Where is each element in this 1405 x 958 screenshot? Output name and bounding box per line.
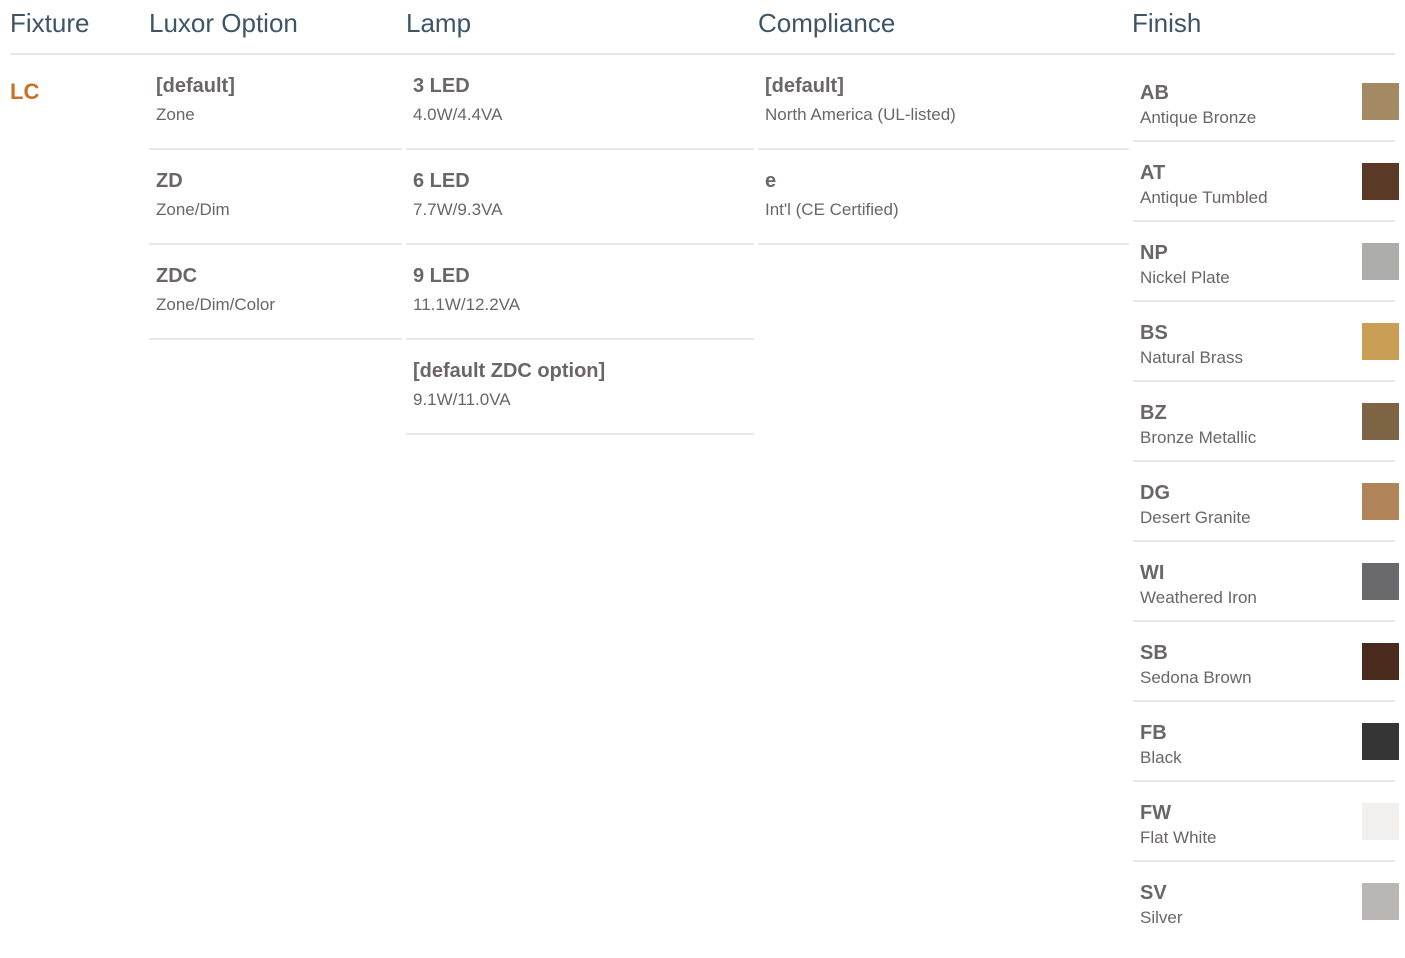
finish-row: AT Antique Tumbled	[1133, 142, 1399, 222]
finish-desc: Antique Tumbled	[1140, 188, 1268, 207]
finish-code: SB	[1140, 642, 1168, 664]
option-desc: Zone	[156, 105, 195, 124]
option-desc: Zone/Dim	[156, 200, 230, 219]
finish-swatch	[1362, 83, 1399, 120]
header-compliance: Compliance	[758, 8, 896, 38]
header-finish: Finish	[1132, 8, 1202, 38]
compliance-row: [default] North America (UL-listed)	[758, 55, 1129, 150]
finish-swatch	[1362, 163, 1399, 200]
lamp-code: 3 LED	[413, 75, 470, 97]
compliance-code: e	[765, 170, 777, 192]
lamp-row: 3 LED 4.0W/4.4VA	[406, 55, 754, 150]
finish-row: SV Silver	[1133, 862, 1399, 942]
option-code: ZDC	[156, 265, 198, 287]
header-fixture: Fixture	[10, 8, 90, 38]
header-luxor-option: Luxor Option	[149, 8, 298, 38]
finish-code: WI	[1140, 562, 1165, 584]
fixture-code: LC	[10, 79, 40, 104]
header-lamp: Lamp	[406, 8, 472, 38]
lamp-code: 6 LED	[413, 170, 470, 192]
compliance-desc: Int'l (CE Certified)	[765, 200, 899, 219]
finish-desc: Natural Brass	[1140, 348, 1243, 367]
finish-row: WI Weathered Iron	[1133, 542, 1399, 622]
finish-swatch	[1362, 323, 1399, 360]
finish-swatch	[1362, 563, 1399, 600]
finish-swatch	[1362, 243, 1399, 280]
luxor-option-row: [default] Zone	[149, 55, 402, 150]
finish-row: DG Desert Granite	[1133, 462, 1399, 542]
lamp-desc: 9.1W/11.0VA	[413, 390, 511, 409]
finish-swatch	[1362, 483, 1399, 520]
finish-code: FB	[1140, 722, 1167, 744]
lamp-row: 9 LED 11.1W/12.2VA	[406, 245, 754, 340]
finish-desc: Black	[1140, 748, 1182, 767]
finish-desc: Bronze Metallic	[1140, 428, 1257, 447]
finish-row: NP Nickel Plate	[1133, 222, 1399, 302]
option-desc: Zone/Dim/Color	[156, 295, 276, 314]
finish-column: AB Antique Bronze AT Antique Tumbled NP …	[1133, 62, 1399, 942]
lamp-desc: 4.0W/4.4VA	[413, 105, 503, 124]
finish-desc: Desert Granite	[1140, 508, 1251, 527]
lamp-row: [default ZDC option] 9.1W/11.0VA	[406, 340, 754, 435]
finish-code: NP	[1140, 242, 1168, 264]
finish-swatch	[1362, 403, 1399, 440]
finish-row: FB Black	[1133, 702, 1399, 782]
finish-desc: Sedona Brown	[1140, 668, 1252, 687]
finish-row: AB Antique Bronze	[1133, 62, 1399, 142]
luxor-option-row: ZD Zone/Dim	[149, 150, 402, 245]
finish-desc: Antique Bronze	[1140, 108, 1257, 127]
finish-desc: Flat White	[1140, 828, 1217, 847]
luxor-option-row: ZDC Zone/Dim/Color	[149, 245, 402, 340]
finish-code: DG	[1140, 482, 1170, 504]
lamp-code: 9 LED	[413, 265, 470, 287]
finish-code: AB	[1140, 82, 1169, 104]
finish-code: SV	[1140, 882, 1167, 904]
option-code: [default]	[156, 75, 235, 97]
finish-swatch	[1362, 723, 1399, 760]
finish-desc: Weathered Iron	[1140, 588, 1257, 607]
option-code: ZD	[156, 170, 183, 192]
finish-swatch	[1362, 643, 1399, 680]
finish-swatch	[1362, 803, 1399, 840]
finish-desc: Nickel Plate	[1140, 268, 1230, 287]
lamp-column: 3 LED 4.0W/4.4VA 6 LED 7.7W/9.3VA 9 LED …	[406, 55, 754, 435]
finish-row: FW Flat White	[1133, 782, 1399, 862]
compliance-desc: North America (UL-listed)	[765, 105, 956, 124]
finish-row: SB Sedona Brown	[1133, 622, 1399, 702]
finish-desc: Silver	[1140, 908, 1183, 927]
compliance-code: [default]	[765, 75, 844, 97]
lamp-row: 6 LED 7.7W/9.3VA	[406, 150, 754, 245]
finish-row: BS Natural Brass	[1133, 302, 1399, 382]
compliance-row: e Int'l (CE Certified)	[758, 150, 1129, 245]
lamp-desc: 7.7W/9.3VA	[413, 200, 503, 219]
compliance-column: [default] North America (UL-listed) e In…	[758, 55, 1129, 245]
finish-code: BZ	[1140, 402, 1167, 424]
lamp-code: [default ZDC option]	[413, 360, 606, 382]
finish-code: FW	[1140, 802, 1172, 824]
finish-swatch	[1362, 883, 1399, 920]
lamp-desc: 11.1W/12.2VA	[413, 295, 521, 314]
finish-row: BZ Bronze Metallic	[1133, 382, 1399, 462]
finish-code: AT	[1140, 162, 1166, 184]
luxor-option-column: [default] Zone ZD Zone/Dim ZDC Zone/Dim/…	[149, 55, 402, 340]
finish-code: BS	[1140, 322, 1168, 344]
